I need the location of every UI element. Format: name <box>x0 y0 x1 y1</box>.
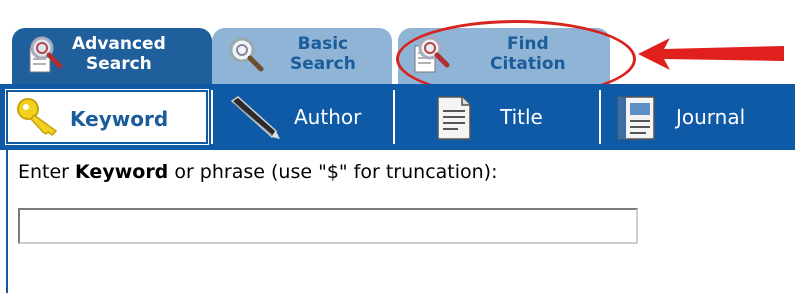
magnifier-icon <box>29 36 63 73</box>
tab-basic-label: Basic Search <box>290 34 356 74</box>
tab-advanced-label: Advanced Search <box>72 34 166 74</box>
instruction-text: Enter Keyword or phrase (use "$" for tru… <box>18 161 498 183</box>
document-icon <box>437 96 471 140</box>
field-tab-label: Journal <box>676 105 746 129</box>
tab-basic-search[interactable]: Basic Search <box>212 28 392 84</box>
field-tab-label: Keyword <box>70 107 169 131</box>
field-tab-keyword[interactable]: Keyword <box>5 89 209 145</box>
magnifier-icon <box>229 37 264 72</box>
journal-icon <box>617 96 655 140</box>
divider <box>393 90 395 144</box>
field-tab-label: Author <box>294 105 362 129</box>
field-tab-journal[interactable]: Journal <box>602 90 795 144</box>
field-tab-title[interactable]: Title <box>396 90 596 144</box>
divider <box>599 90 601 144</box>
left-border <box>6 150 8 293</box>
tab-advanced-search[interactable]: Advanced Search <box>12 28 212 84</box>
keyword-input[interactable] <box>18 208 638 244</box>
arrow-left-icon <box>638 38 784 70</box>
pen-icon <box>230 96 280 139</box>
divider <box>211 90 213 144</box>
field-bar: Keyword Author Title Journal <box>0 84 795 150</box>
field-tab-label: Title <box>500 105 543 129</box>
key-icon <box>17 98 58 136</box>
field-tab-author[interactable]: Author <box>214 90 390 144</box>
